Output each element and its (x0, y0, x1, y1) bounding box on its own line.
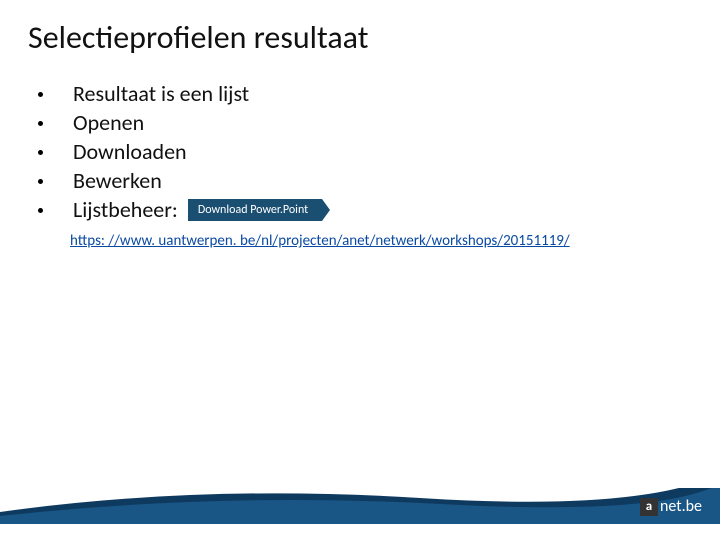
bullet-dot-icon (38, 179, 43, 184)
workshop-link[interactable]: https: //www. uantwerpen. be/nl/projecte… (70, 232, 570, 250)
slide: Selectieprofielen resultaat Resultaat is… (0, 0, 720, 540)
bullet-text: Downloaden (73, 138, 187, 165)
footer-swoosh-icon (0, 488, 720, 524)
bullet-dot-icon (38, 92, 43, 97)
bullet-dot-icon (38, 150, 43, 155)
bullet-text: Bewerken (73, 167, 162, 194)
slide-title: Selectieprofielen resultaat (28, 18, 368, 57)
bullet-text: Openen (73, 109, 144, 136)
anet-logo: a net.be (640, 497, 702, 516)
bullet-list: Resultaat is een lijst Openen Downloaden… (38, 80, 322, 225)
bullet-text: Lijstbeheer: (73, 196, 178, 223)
bullet-text: Resultaat is een lijst (73, 80, 249, 107)
download-powerpoint-button[interactable]: Download Power.Point (188, 199, 322, 221)
list-item: Resultaat is een lijst (38, 80, 322, 107)
list-item: Lijstbeheer: Download Power.Point (38, 196, 322, 223)
logo-box: a (640, 498, 658, 516)
logo-text: net.be (660, 497, 702, 516)
bullet-dot-icon (38, 121, 43, 126)
bullet-dot-icon (38, 208, 43, 213)
list-item: Downloaden (38, 138, 322, 165)
list-item: Bewerken (38, 167, 322, 194)
list-item: Openen (38, 109, 322, 136)
footer: a net.be (0, 488, 720, 524)
